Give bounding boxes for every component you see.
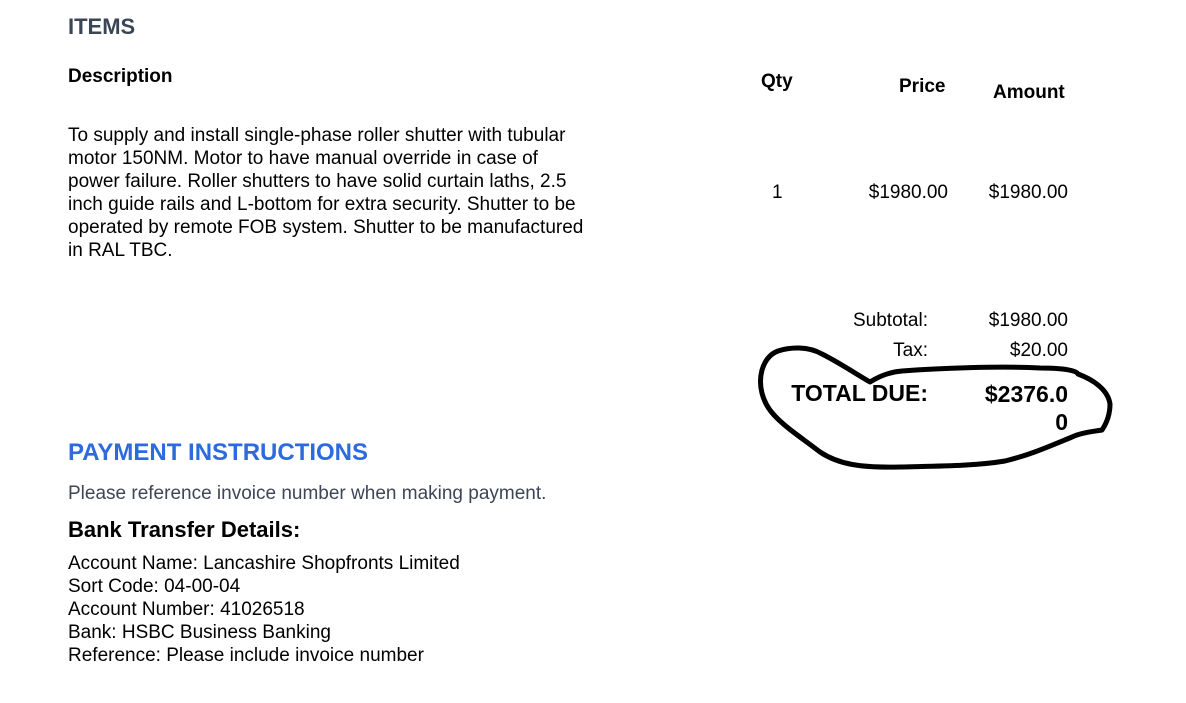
payment-instructions-heading: PAYMENT INSTRUCTIONS	[68, 439, 369, 466]
account-number-line: Account Number: 41026518	[68, 599, 305, 620]
qty-column-header: Qty	[761, 71, 793, 92]
total-due-label: TOTAL DUE:	[791, 380, 928, 406]
bank-details: Account Name: Lancashire Shopfronts Limi…	[68, 552, 460, 667]
description-column-header: Description	[68, 66, 173, 87]
price-column-header: Price	[899, 76, 946, 97]
item-amount: $1980.00	[988, 182, 1068, 203]
bank-transfer-heading: Bank Transfer Details:	[68, 517, 301, 542]
sort-code-line: Sort Code: 04-00-04	[68, 576, 241, 597]
items-heading: ITEMS	[68, 14, 136, 39]
subtotal-value: $1980.00	[988, 310, 1068, 331]
tax-value: $20.00	[1009, 340, 1068, 361]
account-name-line: Account Name: Lancashire Shopfronts Limi…	[68, 553, 460, 574]
item-description: To supply and install single-phase rolle…	[68, 125, 584, 261]
total-due-value: $2376.00	[984, 381, 1068, 435]
amount-column-header: Amount	[993, 82, 1065, 103]
item-qty: 1	[772, 182, 783, 203]
reference-line: Reference: Please include invoice number	[68, 645, 424, 666]
bank-name-line: Bank: HSBC Business Banking	[68, 622, 331, 643]
tax-label: Tax:	[893, 340, 928, 361]
item-price: $1980.00	[868, 182, 948, 203]
payment-reference-note: Please reference invoice number when mak…	[68, 483, 547, 504]
subtotal-label: Subtotal:	[853, 310, 928, 331]
